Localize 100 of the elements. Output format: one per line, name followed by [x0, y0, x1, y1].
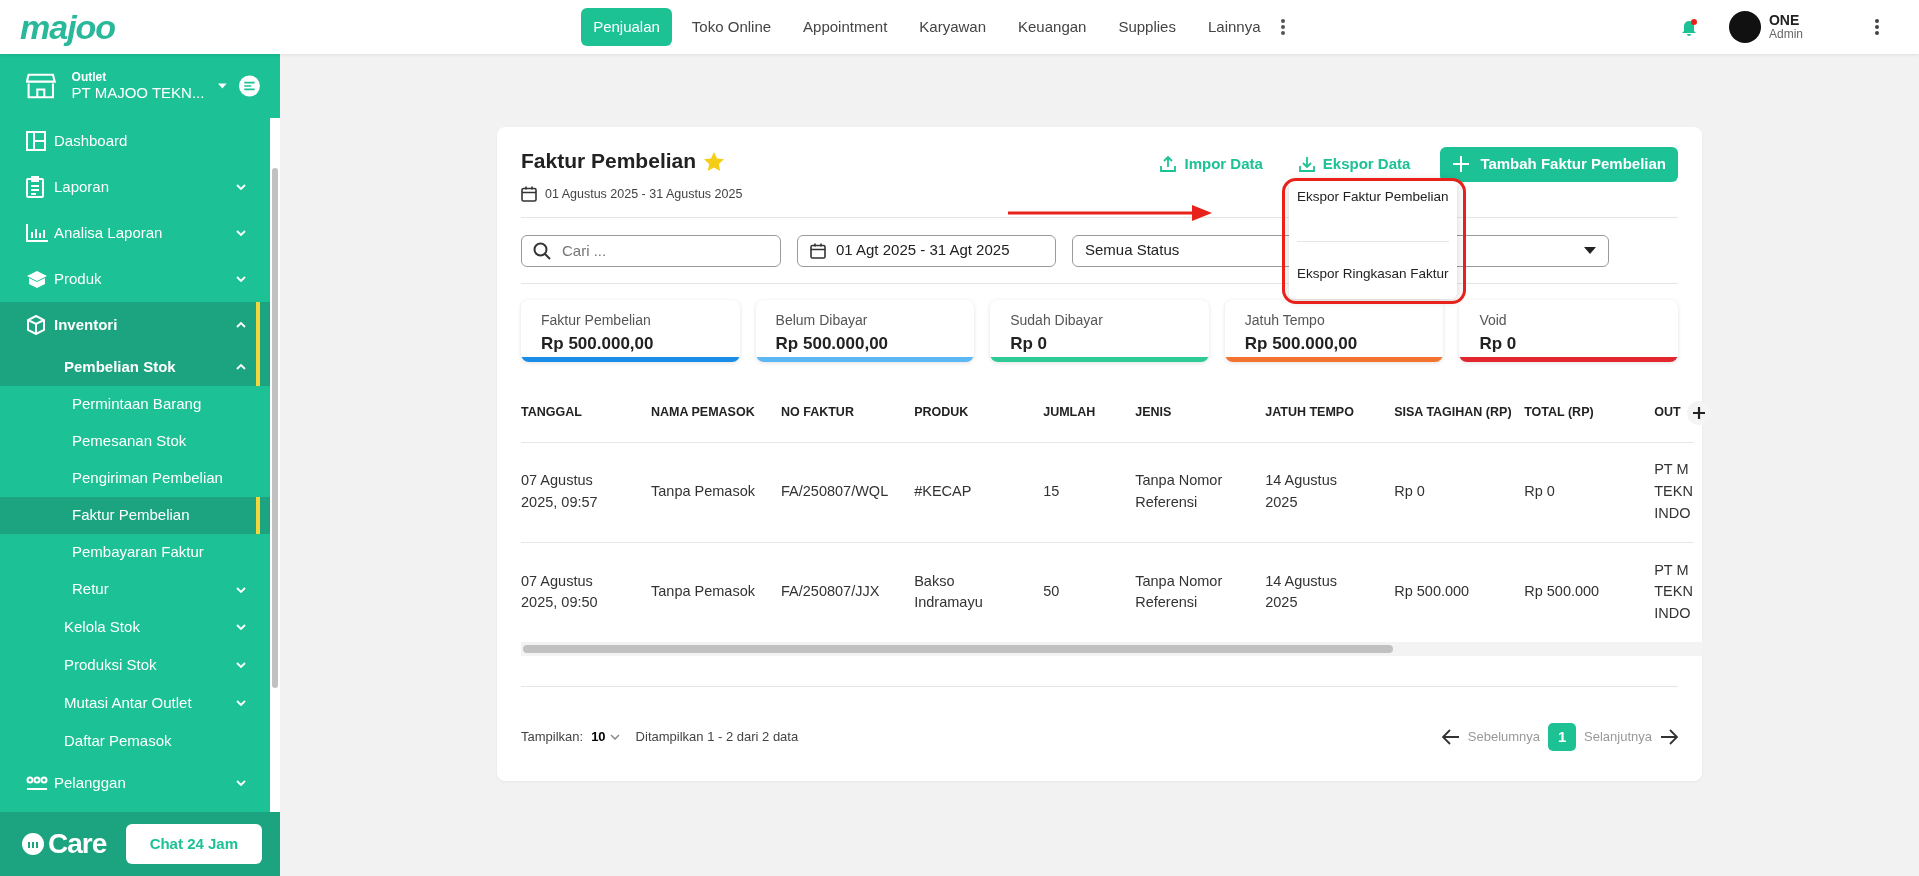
export-button[interactable]: Ekspor Data	[1292, 147, 1417, 177]
bell-icon[interactable]	[1681, 18, 1697, 37]
sidebar-item[interactable]: Pembayaran Faktur	[0, 534, 270, 571]
sidebar-item[interactable]: Retur	[0, 571, 270, 608]
date-range: 01 Agustus 2025 - 31 Agustus 2025	[545, 185, 743, 203]
summary-value: Rp 0	[1479, 333, 1518, 355]
next-link[interactable]: Selanjutnya	[1584, 727, 1652, 747]
status-select[interactable]: Semua Status	[1072, 234, 1609, 267]
sidebar-item[interactable]: Faktur Pembelian	[0, 497, 270, 534]
user-role: Admin	[1769, 28, 1803, 42]
column-header: JUMLAH	[1043, 384, 1136, 442]
table-cell: PT M TEKN INDO	[1654, 442, 1695, 542]
sidebar-item[interactable]: Laporan	[0, 164, 270, 210]
sidebar-item[interactable]: Inventori	[0, 302, 270, 348]
page-title: Faktur Pembelian	[521, 148, 697, 174]
cube-icon	[26, 315, 46, 335]
chevron-down-icon	[609, 734, 620, 740]
summary-label: Jatuh Tempo	[1244, 311, 1326, 330]
nav-tab[interactable]: Karyawan	[907, 7, 998, 47]
table-cell: Tanpa Nomor Referensi	[1135, 442, 1266, 542]
column-header: NAMA PEMASOK	[651, 384, 781, 442]
calendar-icon	[810, 242, 826, 259]
outlet-label: Outlet	[71, 69, 108, 85]
show-label: Tampilkan:	[521, 728, 584, 747]
column-header: NO FAKTUR	[781, 384, 915, 442]
nav-tab[interactable]: Penjualan	[581, 7, 672, 47]
more-icon[interactable]	[1875, 19, 1879, 35]
sidebar-item[interactable]: Kelola Stok	[0, 608, 270, 646]
column-header: PRODUK	[914, 384, 1044, 442]
summary-label: Void	[1479, 311, 1508, 330]
summary-value: Rp 0	[1010, 333, 1049, 355]
import-button[interactable]: Impor Data	[1154, 147, 1269, 177]
sidebar-item[interactable]: Permintaan Barang	[0, 386, 270, 423]
previous-link[interactable]: Sebelumnya	[1467, 727, 1541, 747]
chevron-down-icon	[236, 586, 246, 593]
plus-icon	[1452, 155, 1471, 174]
add-invoice-button[interactable]: Tambah Faktur Pembelian	[1440, 147, 1678, 182]
chevron-down-icon	[236, 276, 246, 282]
user-name: ONE	[1769, 12, 1801, 29]
summary-value: Rp 500.000,00	[541, 333, 655, 355]
nav-tab[interactable]: Supplies	[1106, 7, 1188, 47]
box-icon	[26, 270, 48, 288]
nav-tab[interactable]: Lainnya	[1195, 7, 1273, 47]
table-cell: 14 Agustus 2025	[1265, 442, 1395, 542]
avatar[interactable]	[1729, 11, 1761, 43]
date-filter[interactable]: 01 Agt 2025 - 31 Agt 2025	[797, 234, 1056, 267]
sidebar-item[interactable]: Produk	[0, 256, 270, 302]
layout-icon	[26, 131, 46, 151]
sidebar-item[interactable]: Dashboard	[0, 118, 270, 164]
chat-button[interactable]: Chat 24 Jam	[125, 823, 262, 865]
table-cell: Rp 0	[1524, 442, 1655, 542]
nav-tab[interactable]: Appointment	[791, 7, 900, 47]
calendar-icon	[521, 185, 537, 202]
summary-label: Faktur Pembelian	[541, 311, 652, 330]
column-header: OUT	[1654, 384, 1695, 442]
summary-value: Rp 500.000,00	[775, 333, 890, 355]
summary-label: Sudah Dibayar	[1010, 311, 1104, 330]
chevron-up-icon	[236, 322, 246, 328]
summary-value: Rp 500.000,00	[1244, 333, 1359, 355]
chevron-down-icon	[236, 700, 246, 706]
chevron-down-icon	[236, 184, 246, 190]
page-size-select[interactable]: 10	[591, 727, 620, 747]
sidebar-item[interactable]: Pelanggan	[0, 760, 270, 806]
chevron-down-icon	[236, 662, 246, 668]
more-icon[interactable]	[1280, 19, 1285, 35]
sidebar-item[interactable]: Pemesanan Stok	[0, 423, 270, 460]
sidebar-item[interactable]: Analisa Laporan	[0, 210, 270, 256]
chevron-up-icon	[236, 364, 246, 370]
outlet-name[interactable]: PT MAJOO TEKN...	[71, 84, 205, 103]
logo: majoo	[20, 10, 116, 44]
sidebar-item[interactable]: Pembelian Stok	[0, 348, 270, 386]
people-icon	[26, 776, 48, 790]
column-header: JENIS	[1135, 384, 1266, 442]
arrow-right-icon[interactable]	[1660, 729, 1678, 745]
search-field[interactable]: Cari ...	[521, 234, 781, 267]
chevron-down-icon	[236, 230, 246, 236]
clipboard-icon	[26, 176, 44, 198]
search-icon	[533, 241, 551, 260]
star-icon[interactable]	[704, 152, 725, 172]
table-cell: 07 Agustus 2025, 09:57	[521, 442, 651, 542]
nav-tab[interactable]: Keuangan	[1006, 7, 1099, 47]
arrow-left-icon[interactable]	[1441, 729, 1460, 745]
sidebar-item[interactable]: Produksi Stok	[0, 646, 270, 684]
table-cell: Rp 0	[1394, 442, 1525, 542]
nav-tab[interactable]: Toko Online	[679, 7, 784, 47]
caret-icon	[1584, 247, 1596, 254]
chevron-down-icon	[236, 624, 246, 630]
care-logo: Care	[22, 823, 107, 865]
column-header: SISA TAGIHAN (RP)	[1394, 384, 1525, 442]
sidebar-item[interactable]: Pengiriman Pembelian	[0, 460, 270, 497]
download-icon	[1298, 156, 1315, 173]
column-header: TOTAL (RP)	[1524, 384, 1655, 442]
table-cell: FA/250807/WQL	[781, 442, 915, 542]
table-cell: #KECAP	[914, 442, 1044, 542]
page-button[interactable]: 1	[1548, 723, 1577, 751]
pagination-info: Ditampilkan 1 - 2 dari 2 data	[635, 728, 799, 747]
column-header: JATUH TEMPO	[1265, 384, 1395, 442]
sidebar-item[interactable]: Daftar Pemasok	[0, 722, 270, 760]
store-icon	[26, 71, 56, 101]
sidebar-item[interactable]: Mutasi Antar Outlet	[0, 684, 270, 722]
